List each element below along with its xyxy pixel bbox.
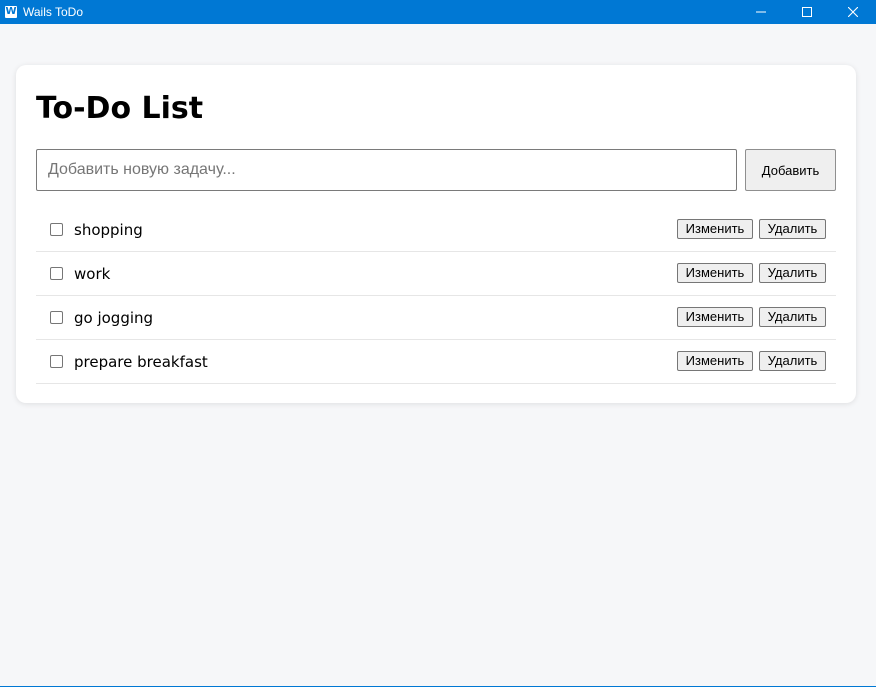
delete-task-button[interactable]: Удалить [759,351,826,371]
task-label: go jogging [74,308,154,327]
task-actions: Изменить Удалить [671,263,826,283]
task-item: work Изменить Удалить [36,252,836,296]
task-actions: Изменить Удалить [671,219,826,239]
close-button[interactable] [830,0,876,24]
task-actions: Изменить Удалить [671,351,826,371]
task-checkbox[interactable] [50,223,63,236]
maximize-icon [802,7,812,17]
new-task-input[interactable] [36,149,737,191]
app-window: W Wails ToDo To-Do List Добавить новую з… [0,0,876,687]
title-bar[interactable]: W Wails ToDo [0,0,876,24]
delete-task-button[interactable]: Удалить [759,263,826,283]
window-title: Wails ToDo [23,5,84,19]
edit-task-button[interactable]: Изменить [677,219,753,239]
task-checkbox[interactable] [50,311,63,324]
delete-task-button[interactable]: Удалить [759,307,826,327]
edit-task-button[interactable]: Изменить [677,263,753,283]
wails-app-icon: W [5,6,17,18]
add-task-row: Добавить [36,149,836,191]
task-checkbox[interactable] [50,267,63,280]
window-controls [738,0,876,24]
task-label: prepare breakfast [74,352,208,371]
close-icon [848,7,858,17]
edit-task-button[interactable]: Изменить [677,307,753,327]
task-item: go jogging Изменить Удалить [36,296,836,340]
task-label: shopping [74,220,143,239]
page-title: To-Do List [36,91,204,126]
task-checkbox[interactable] [50,355,63,368]
add-task-button[interactable]: Добавить [745,149,836,191]
minimize-icon [756,11,766,13]
task-item: shopping Изменить Удалить [36,208,836,252]
maximize-button[interactable] [784,0,830,24]
delete-task-button[interactable]: Удалить [759,219,826,239]
edit-task-button[interactable]: Изменить [677,351,753,371]
task-item: prepare breakfast Изменить Удалить [36,340,836,384]
task-label: work [74,264,111,283]
minimize-button[interactable] [738,0,784,24]
todo-card: To-Do List Добавить shopping Изменить Уд… [16,65,856,403]
task-list: shopping Изменить Удалить work Изменить … [36,208,836,384]
task-actions: Изменить Удалить [671,307,826,327]
